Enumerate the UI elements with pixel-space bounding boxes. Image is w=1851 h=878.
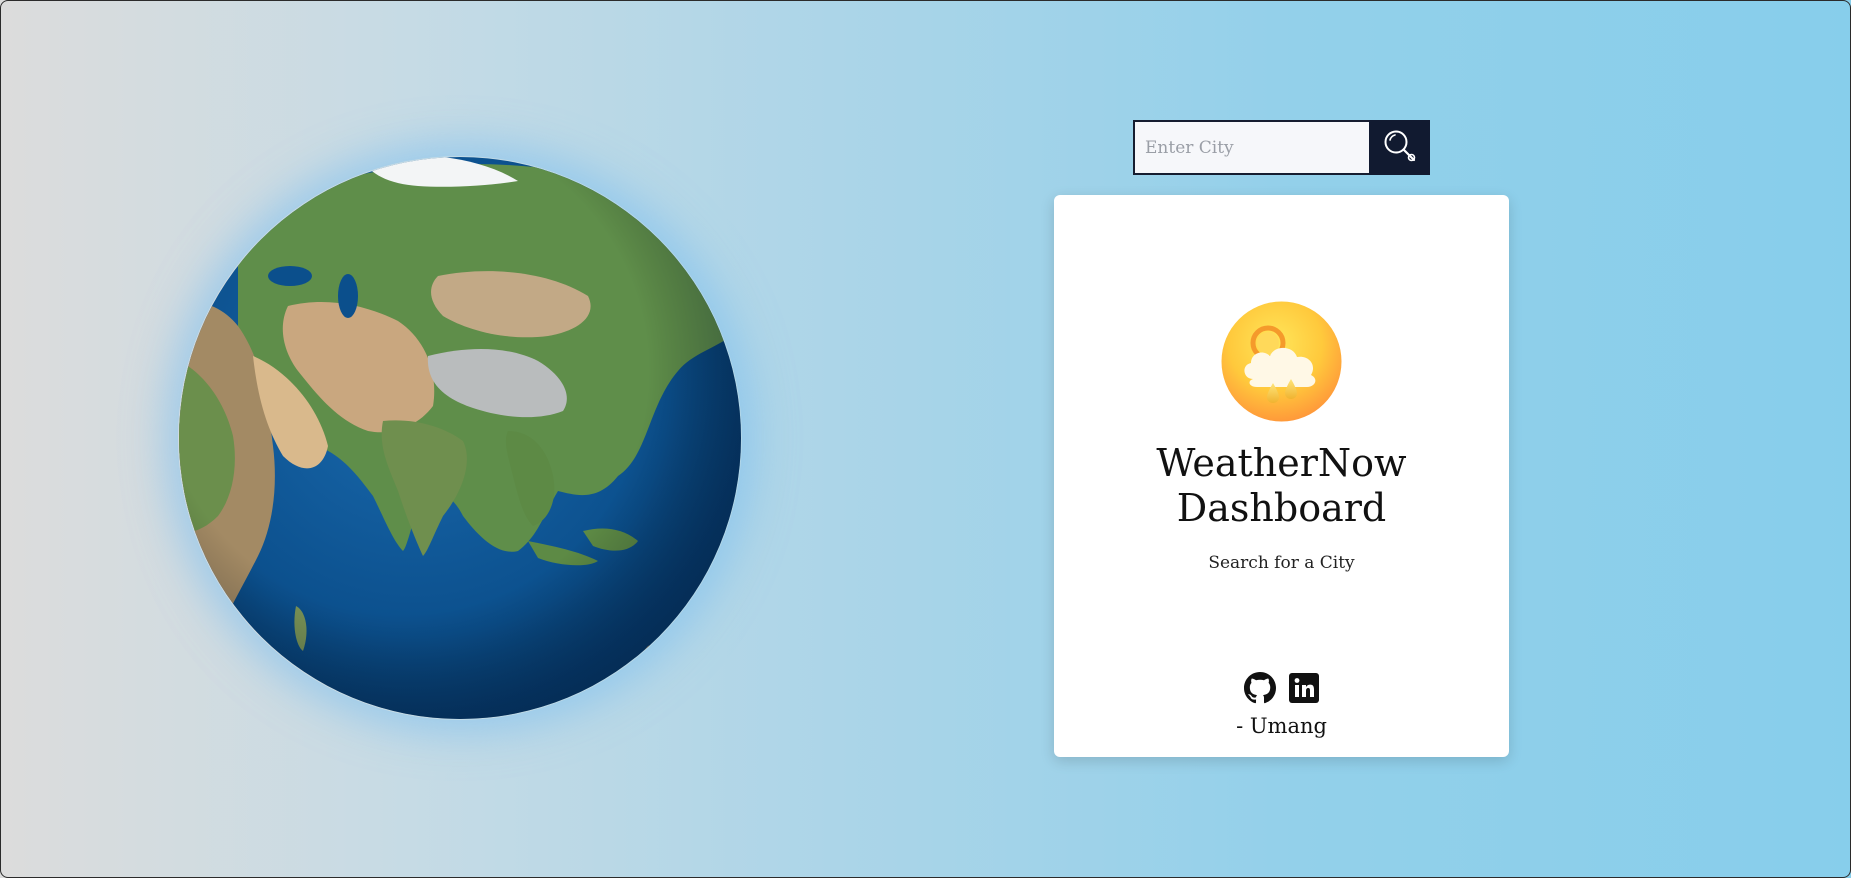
linkedin-icon[interactable]: [1288, 672, 1320, 704]
social-links: [1054, 672, 1509, 704]
github-icon[interactable]: [1243, 672, 1276, 704]
search-bar: [1133, 120, 1430, 175]
app-subtitle: Search for a City: [1208, 553, 1355, 573]
search-button[interactable]: [1369, 120, 1430, 175]
author-signature: - Umang: [1236, 714, 1327, 738]
sun-cloud-rain-icon: [1221, 301, 1342, 422]
city-search-input[interactable]: [1133, 120, 1369, 175]
search-icon: [1383, 129, 1417, 166]
app-title: WeatherNow Dashboard: [1156, 441, 1407, 530]
earth-globe-icon: [178, 156, 742, 720]
welcome-card: WeatherNow Dashboard Search for a City -…: [1054, 195, 1509, 757]
